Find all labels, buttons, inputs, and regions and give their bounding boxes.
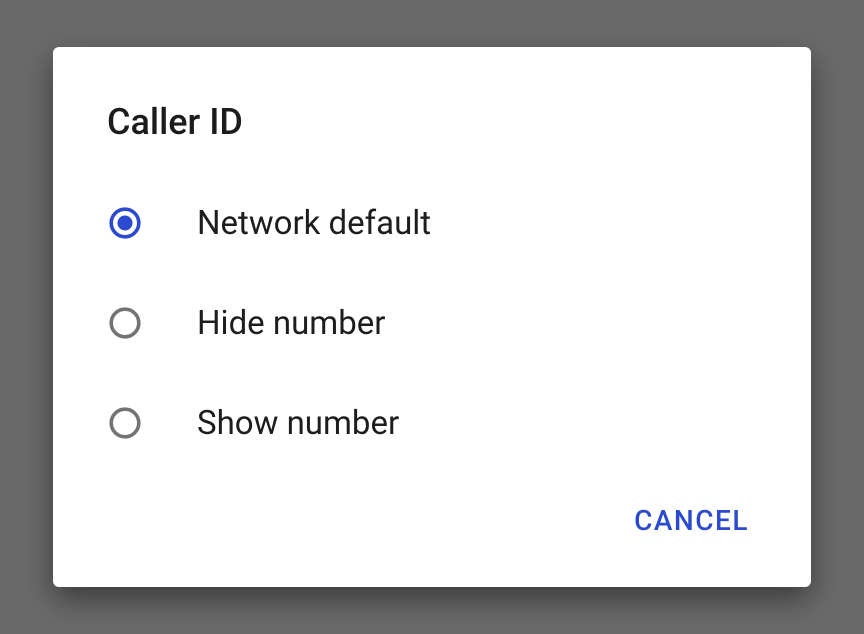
radio-unchecked-icon (107, 305, 143, 341)
option-label: Network default (197, 204, 431, 243)
option-label: Hide number (197, 304, 385, 343)
dialog-actions: CANCEL (53, 486, 811, 587)
caller-id-dialog: Caller ID Network default Hide number (53, 47, 811, 587)
option-show-number[interactable]: Show number (107, 373, 757, 473)
option-hide-number[interactable]: Hide number (107, 273, 757, 373)
options-list: Network default Hide number Show number (53, 173, 811, 486)
radio-unchecked-icon (107, 405, 143, 441)
dialog-title: Caller ID (53, 47, 811, 173)
option-network-default[interactable]: Network default (107, 173, 757, 273)
cancel-button[interactable]: CANCEL (624, 496, 759, 545)
option-label: Show number (197, 404, 399, 443)
radio-checked-icon (107, 205, 143, 241)
